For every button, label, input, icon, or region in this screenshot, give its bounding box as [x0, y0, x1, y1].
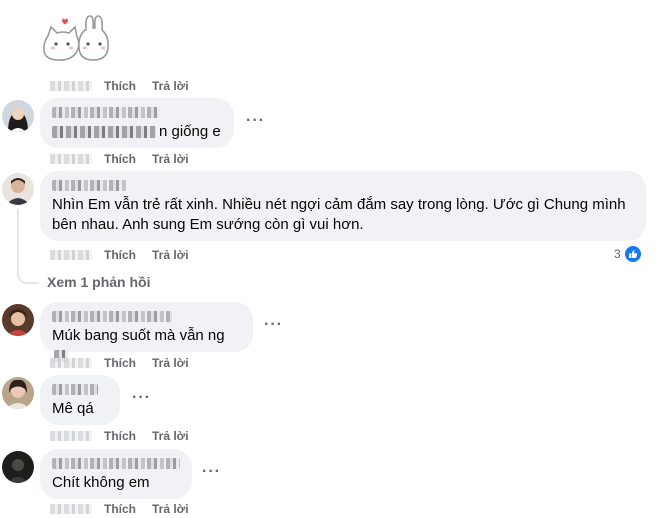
timestamp — [50, 250, 92, 260]
view-replies-link[interactable]: Xem 1 phản hồi — [47, 274, 150, 290]
like-button[interactable]: Thích — [104, 152, 136, 166]
commenter-name[interactable] — [52, 384, 98, 395]
commenter-name[interactable] — [52, 180, 128, 191]
avatar[interactable] — [2, 304, 34, 336]
more-options-icon[interactable]: ··· — [264, 316, 283, 334]
timestamp — [50, 358, 92, 368]
reaction-count: 3 — [614, 247, 621, 261]
reaction-summary[interactable]: 3 — [614, 246, 641, 262]
comment-actions: Thích Trả lời — [50, 151, 205, 167]
like-reaction-icon — [624, 246, 641, 262]
bunny-cat-sticker — [43, 15, 109, 61]
avatar[interactable] — [2, 100, 34, 132]
like-button[interactable]: Thích — [104, 429, 136, 443]
more-options-icon[interactable]: ··· — [132, 389, 151, 407]
timestamp — [50, 431, 92, 441]
timestamp — [50, 504, 92, 514]
comment-actions: Thích Trả lời — [50, 501, 205, 517]
more-options-icon[interactable]: ··· — [202, 463, 221, 481]
comment-bubble: Nhìn Em vẫn trẻ rất xinh. Nhiều nét ngợi… — [40, 171, 646, 241]
reply-button[interactable]: Trả lời — [152, 356, 189, 370]
commenter-name[interactable] — [52, 311, 172, 322]
comment-actions: Thích Trả lời — [50, 78, 205, 94]
more-options-icon[interactable]: ··· — [246, 112, 265, 130]
like-button[interactable]: Thích — [104, 79, 136, 93]
comment-actions: Thích Trả lời — [50, 355, 205, 371]
comment-actions: Thích Trả lời — [50, 428, 205, 444]
thread-connector — [17, 266, 39, 284]
comment-text: Mê qá — [52, 400, 94, 417]
reply-button[interactable]: Trả lời — [152, 502, 189, 516]
reply-button[interactable]: Trả lời — [152, 429, 189, 443]
reply-button[interactable]: Trả lời — [152, 248, 189, 262]
avatar[interactable] — [2, 377, 34, 409]
like-button[interactable]: Thích — [104, 502, 136, 516]
timestamp — [50, 154, 92, 164]
commenter-name[interactable] — [52, 107, 160, 118]
blurred-text — [52, 126, 156, 139]
like-button[interactable]: Thích — [104, 356, 136, 370]
comment-bubble: Chít không em — [40, 449, 192, 499]
comment-text: Múk bang suốt mà vẫn ng — [52, 327, 225, 344]
avatar[interactable] — [2, 173, 34, 205]
timestamp — [50, 81, 92, 91]
like-button[interactable]: Thích — [104, 248, 136, 262]
avatar[interactable] — [2, 451, 34, 483]
comment-text: Nhìn Em vẫn trẻ rất xinh. Nhiều nét ngợi… — [52, 196, 626, 233]
commenter-name[interactable] — [52, 458, 180, 469]
comment-bubble: Múk bang suốt mà vẫn ng — [40, 302, 253, 363]
comment-text: Chít không em — [52, 474, 150, 491]
reply-button[interactable]: Trả lời — [152, 79, 189, 93]
reply-button[interactable]: Trả lời — [152, 152, 189, 166]
comment-actions: Thích Trả lời — [50, 247, 205, 263]
comment-bubble: n giống e — [40, 98, 234, 148]
comment-text: n giống e — [159, 123, 221, 140]
comment-bubble: Mê qá — [40, 375, 120, 425]
